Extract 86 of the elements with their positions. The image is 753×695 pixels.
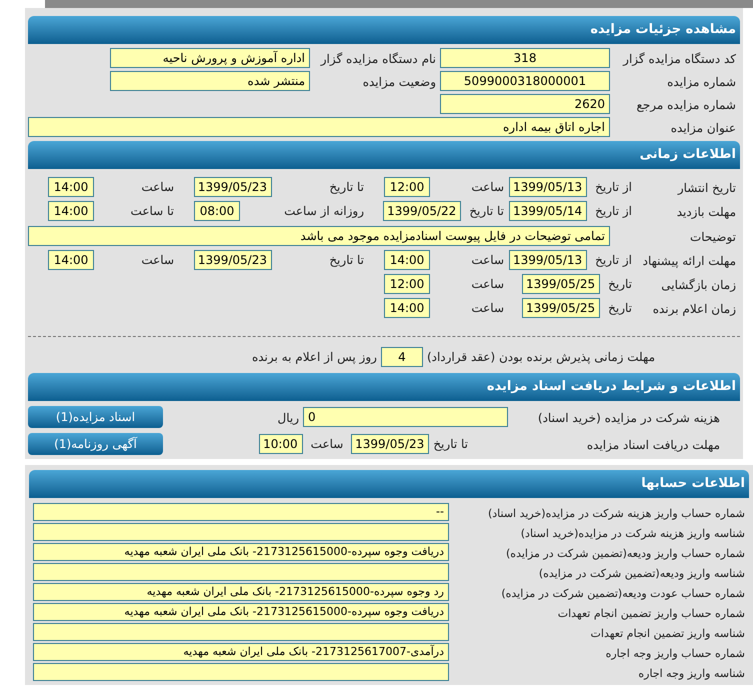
time-field[interactable]: 14:00 — [48, 177, 94, 197]
field-label: ساعت — [471, 179, 504, 196]
text-field[interactable]: دریافت وجوه سپرده-2173125615000- بانک ملی ایران شعبه مهدیه — [33, 603, 449, 621]
field-label: نام دستگاه مزایده گزار — [320, 52, 436, 66]
section-header: اطلاعات زمانی — [28, 141, 740, 169]
date-field[interactable]: 1399/05/14 — [509, 201, 588, 221]
field-label: ساعت — [471, 252, 504, 269]
text-field[interactable]: درآمدی-2173125617007- بانک ملی ایران شعبه مهدیه — [33, 643, 449, 661]
field-label: شماره حساب واریز ودیعه(تضمین شرکت در مزایده) — [506, 547, 745, 560]
field-label: تاریخ — [608, 276, 632, 293]
field-label: توضیحات — [690, 230, 736, 244]
field-label: تا تاریخ — [329, 252, 364, 269]
section-header: مشاهده جزئیات مزایده — [28, 16, 740, 44]
field-label: روزانه از ساعت — [284, 203, 364, 220]
date-field[interactable]: 1399/05/22 — [383, 201, 462, 221]
field-label: شناسه واریز ودیعه(تضمین شرکت در مزایده) — [538, 567, 745, 580]
time-field[interactable]: 12:00 — [384, 177, 430, 197]
text-field[interactable]: 318 — [440, 48, 610, 68]
field-label: زمان اعلام برنده — [652, 302, 736, 316]
field-label: ساعت — [471, 300, 504, 317]
field-label: مهلت زمانی پذیرش برنده بودن (عقد قرارداد) — [426, 349, 655, 366]
field-label: روز پس از اعلام به برنده — [252, 349, 377, 366]
text-field[interactable]: تمامی توضیحات در فایل پیوست اسنادمزایده موجود می باشد — [28, 226, 610, 246]
time-field[interactable]: 10:00 — [258, 434, 303, 454]
time-field[interactable]: 14:00 — [48, 250, 94, 270]
time-field[interactable]: 14:00 — [384, 250, 430, 270]
field-label: تا تاریخ — [469, 203, 504, 220]
field-label: کد دستگاه مزایده گزار — [623, 52, 736, 66]
field-label: ساعت — [310, 436, 344, 453]
field-label: تاریخ انتشار — [678, 181, 736, 195]
text-field[interactable]: -- — [33, 503, 449, 521]
field-label: مهلت دریافت اسناد مزایده — [586, 438, 720, 452]
section-header: اطلاعات و شرایط دریافت اسناد مزایده — [28, 373, 740, 401]
date-field[interactable]: 1399/05/25 — [522, 298, 600, 318]
text-field[interactable] — [33, 663, 449, 681]
field-label: شناسه واریز هزینه شرکت در مزایده(خرید اسناد) — [520, 527, 745, 540]
field-label: تا تاریخ — [329, 179, 364, 196]
date-field[interactable]: 1399/05/25 — [522, 274, 600, 294]
date-field[interactable]: 1399/05/23 — [194, 177, 272, 197]
field-label: شناسه واریز تضمین انجام تعهدات — [590, 627, 745, 640]
text-field[interactable]: رد وجوه سپرده-2173125615000- بانک ملی ایران شعبه مهدیه — [33, 583, 449, 601]
field-label: از تاریخ — [595, 252, 632, 269]
field-label: مهلت بازدید — [676, 205, 736, 219]
field-label: از تاریخ — [595, 179, 632, 196]
field-label: ساعت — [141, 179, 174, 196]
text-field[interactable]: دریافت وجوه سپرده-2173125615000- بانک ملی ایران شعبه مهدیه — [33, 543, 449, 561]
time-field[interactable]: 14:00 — [384, 298, 430, 318]
date-field[interactable]: 1399/05/23 — [351, 434, 430, 454]
field-label: شماره مزایده — [667, 75, 736, 89]
time-field[interactable]: 12:00 — [384, 274, 430, 294]
field-label: تاریخ — [608, 300, 632, 317]
field-label: تا تاریخ — [433, 436, 468, 453]
date-field[interactable]: 1399/05/13 — [509, 177, 588, 197]
text-field[interactable]: اداره آموزش و پرورش ناحیه — [110, 48, 310, 68]
text-field[interactable] — [33, 523, 449, 541]
field-label: عنوان مزایده — [670, 121, 736, 135]
time-field[interactable]: 14:00 — [48, 201, 94, 221]
text-field[interactable] — [33, 623, 449, 641]
field-label: شناسه واریز وجه اجاره — [638, 667, 745, 680]
field-label: هزینه شرکت در مزایده (خرید اسناد) — [538, 411, 720, 425]
field-label: شماره حساب واریز تضمین انجام تعهدات — [558, 607, 745, 620]
text-field[interactable]: 0 — [303, 407, 508, 427]
field-label: وضعیت مزایده — [362, 75, 436, 89]
newspaper-ad-button[interactable]: آگهی روزنامه(1) — [28, 433, 163, 455]
section-header: اطلاعات حسابها — [29, 470, 749, 498]
field-label: شماره حساب عودت ودیعه(تضمین شرکت در مزایده) — [501, 587, 745, 600]
text-field[interactable]: 5099000318000001 — [440, 71, 610, 91]
field-label: ساعت — [141, 252, 174, 269]
text-field[interactable]: 2620 — [440, 94, 610, 114]
text-field[interactable]: منتشر شده — [110, 71, 310, 91]
date-field[interactable]: 1399/05/23 — [194, 250, 272, 270]
field-label: شماره حساب واریز وجه اجاره — [606, 647, 745, 660]
field-label: ساعت — [471, 276, 504, 293]
document-button[interactable]: اسناد مزایده(1) — [28, 406, 163, 428]
field-label: شماره حساب واریز هزینه شرکت در مزایده(خرید اسناد) — [488, 507, 745, 520]
time-field[interactable]: 08:00 — [194, 201, 240, 221]
field-label: مهلت ارائه پیشنهاد — [642, 254, 736, 268]
field-label: شماره مزایده مرجع — [636, 98, 736, 112]
field-label: ریال — [277, 411, 299, 425]
field-label: زمان بازگشایی — [661, 278, 736, 292]
date-field[interactable]: 1399/05/13 — [509, 250, 588, 270]
text-field[interactable]: اجاره اتاق بیمه اداره — [28, 117, 610, 137]
text-field[interactable] — [33, 563, 449, 581]
field-label: تا ساعت — [130, 203, 174, 220]
text-field[interactable]: 4 — [380, 347, 423, 367]
field-label: از تاریخ — [595, 203, 632, 220]
